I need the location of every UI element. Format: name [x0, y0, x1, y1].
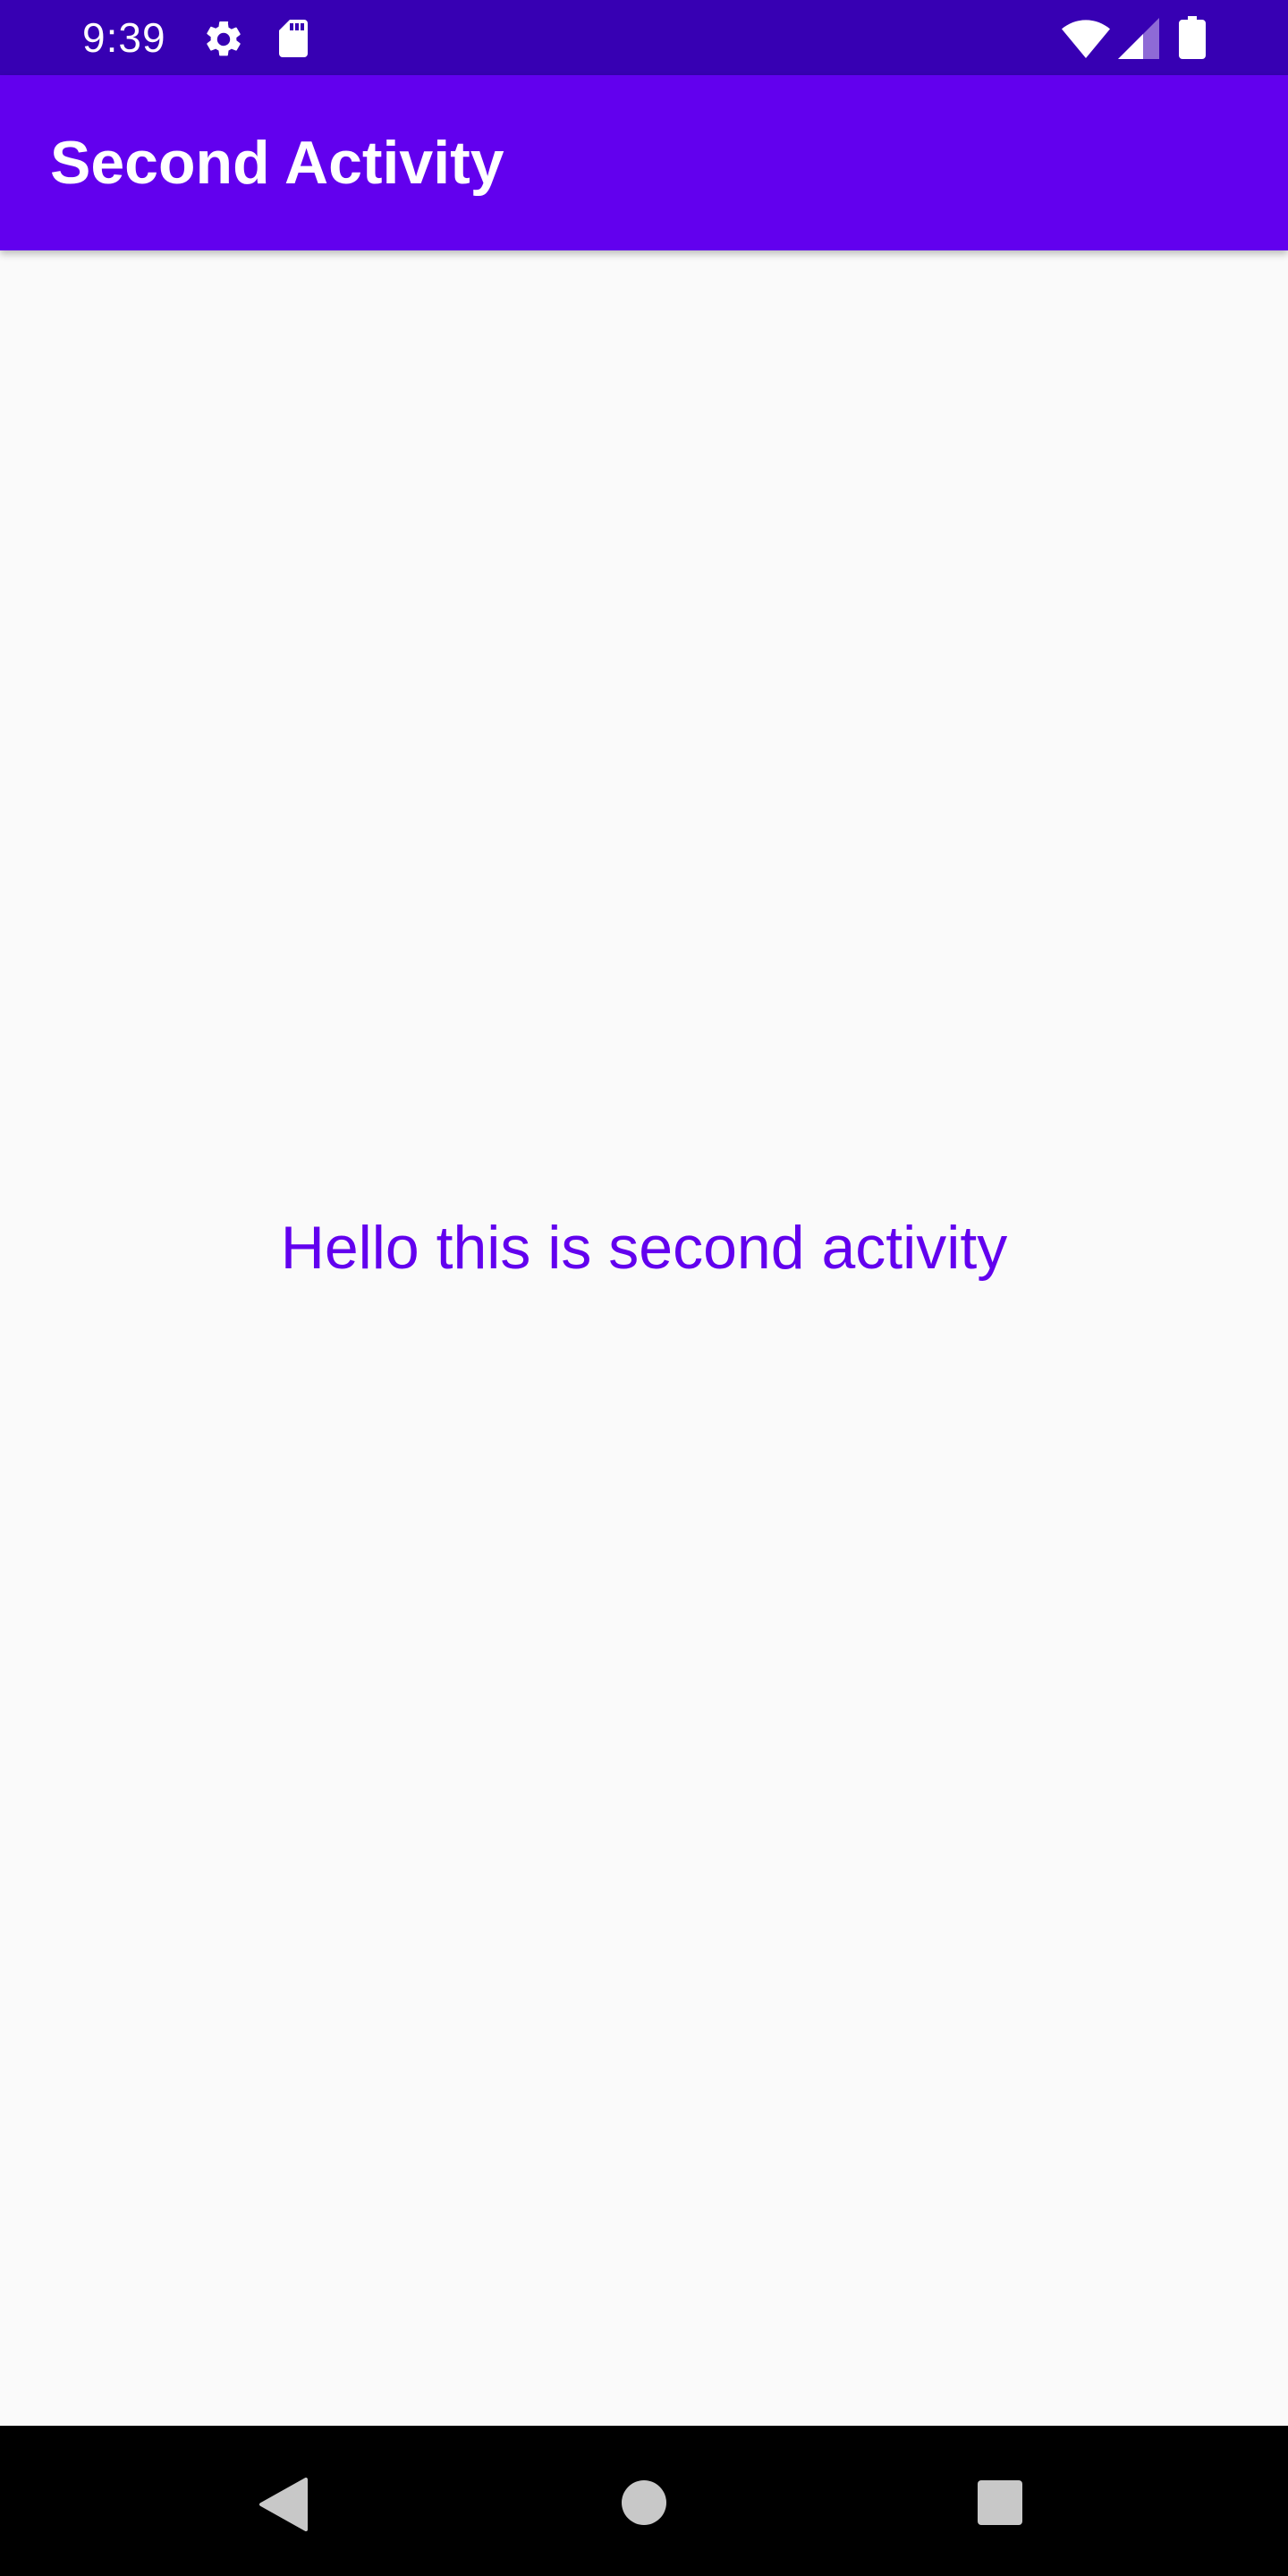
recents-icon[interactable]: [977, 2479, 1023, 2526]
hello-message: Hello this is second activity: [280, 1214, 1008, 1282]
gear-icon: [207, 21, 241, 56]
status-bar: 9:39: [0, 0, 1288, 75]
wifi-icon: [1062, 20, 1110, 58]
home-icon[interactable]: [621, 2479, 667, 2526]
battery-icon: [1179, 16, 1206, 59]
phone-screen: 9:39 Second Activity Hello this is secon…: [0, 0, 1288, 2576]
app-bar-title: Second Activity: [50, 129, 504, 197]
app-bar: Second Activity: [0, 75, 1288, 250]
sd-card-icon: [279, 20, 308, 57]
main-content: Hello this is second activity: [0, 250, 1288, 2426]
navigation-bar: [0, 2426, 1288, 2576]
status-time: 9:39: [82, 14, 166, 61]
back-icon[interactable]: [258, 2478, 308, 2531]
cellular-signal-icon: [1118, 18, 1159, 59]
